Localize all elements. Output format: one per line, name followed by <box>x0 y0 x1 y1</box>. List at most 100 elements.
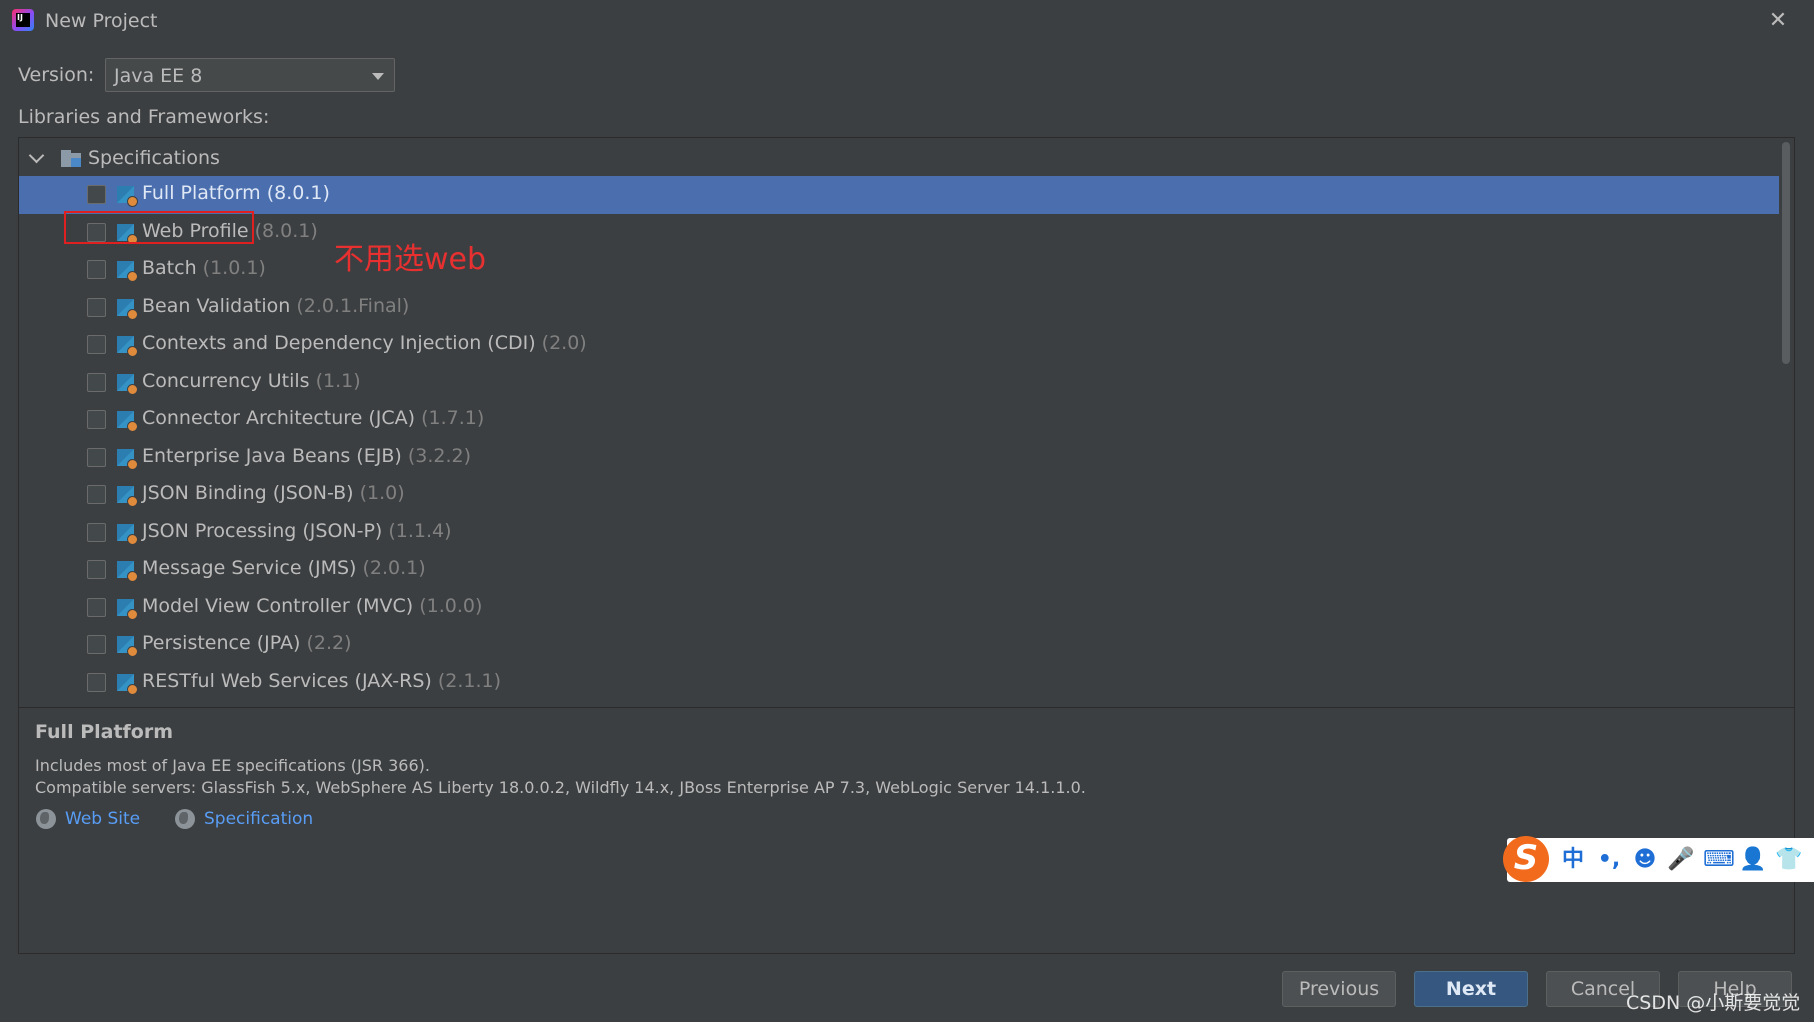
framework-name: Persistence (JPA) <box>142 632 301 654</box>
close-icon[interactable]: ✕ <box>1765 8 1791 34</box>
framework-row[interactable]: Concurrency Utils (1.1) <box>19 364 1779 402</box>
ime-toolbar[interactable]: S 中 •, ☻ 🎤 ⌨ 👤 👕 <box>1503 836 1814 882</box>
version-dropdown[interactable]: Java EE 8 <box>105 58 395 92</box>
scrollbar-thumb[interactable] <box>1782 142 1790 364</box>
framework-name: Bean Validation <box>142 294 291 317</box>
specification-link[interactable]: Specification <box>204 809 313 829</box>
ime-microphone-icon[interactable]: 🎤 <box>1667 846 1695 874</box>
ime-punctuation-icon[interactable]: •, <box>1595 846 1623 874</box>
next-button[interactable]: Next <box>1414 971 1528 1007</box>
csdn-watermark: CSDN @小斯要觉觉 <box>1626 992 1801 1014</box>
globe-icon <box>175 809 195 829</box>
framework-name: Model View Controller (MVC) <box>142 594 414 617</box>
chevron-expand-icon[interactable] <box>28 147 45 164</box>
tree-root-specifications[interactable]: Specifications <box>19 138 1779 176</box>
framework-version: (1.0.0) <box>419 594 483 617</box>
framework-label: Enterprise Java Beans (EJB) (3.2.2) <box>142 445 471 467</box>
framework-checkbox[interactable] <box>87 672 106 692</box>
vertical-scrollbar[interactable] <box>1779 138 1793 707</box>
framework-label: Concurrency Utils (1.1) <box>142 370 361 392</box>
tree-rows: Full Platform (8.0.1) Web Profile (8.0.1)… <box>19 176 1779 701</box>
framework-label: Message Service (JMS) (2.0.1) <box>142 557 426 579</box>
framework-version: (1.0.1) <box>202 257 266 279</box>
framework-checkbox[interactable] <box>87 635 106 654</box>
framework-version: (1.7.1) <box>421 407 485 429</box>
framework-label: Connector Architecture (JCA) (1.7.1) <box>142 407 484 429</box>
framework-label: Contexts and Dependency Injection (CDI) … <box>142 332 587 354</box>
framework-checkbox[interactable] <box>87 522 106 542</box>
ime-language-toggle[interactable]: 中 <box>1559 846 1587 874</box>
framework-row[interactable]: Model View Controller (MVC) (1.0.0) <box>19 589 1779 627</box>
framework-name: Contexts and Dependency Injection (CDI) <box>142 332 536 354</box>
framework-checkbox[interactable] <box>87 335 106 354</box>
framework-version: (2.2) <box>306 632 352 654</box>
framework-icon <box>117 298 138 320</box>
ime-skin-icon[interactable]: 👕 <box>1775 846 1803 874</box>
framework-row[interactable]: JSON Processing (JSON-P) (1.1.4) <box>19 514 1779 552</box>
framework-version: (2.1.1) <box>437 669 502 692</box>
version-value: Java EE 8 <box>114 65 203 87</box>
title-bar: IJ New Project ✕ <box>0 0 1814 44</box>
previous-button[interactable]: Previous <box>1282 971 1396 1007</box>
description-panel: Full Platform Includes most of Java EE s… <box>18 707 1795 954</box>
framework-label: JSON Processing (JSON-P) (1.1.4) <box>142 520 452 542</box>
ime-user-icon[interactable]: 👤 <box>1739 846 1767 874</box>
framework-label: JSON Binding (JSON-B) (1.0) <box>142 482 405 504</box>
framework-label: Full Platform (8.0.1) <box>142 182 330 204</box>
framework-icon <box>117 336 138 357</box>
globe-icon <box>36 809 56 829</box>
framework-version: (2.0) <box>541 332 587 354</box>
description-line-2: Compatible servers: GlassFish 5.x, WebSp… <box>35 778 1086 797</box>
framework-checkbox[interactable] <box>87 560 106 579</box>
framework-icon <box>117 261 138 282</box>
description-title: Full Platform <box>35 721 174 743</box>
framework-row[interactable]: Batch (1.0.1) <box>19 251 1779 289</box>
framework-row[interactable]: Connector Architecture (JCA) (1.7.1) <box>19 401 1779 439</box>
framework-icon <box>117 186 138 207</box>
tree-root-label: Specifications <box>88 147 220 169</box>
framework-version: (8.0.1) <box>254 219 318 242</box>
frameworks-tree[interactable]: Specifications Full Platform (8.0.1) Web … <box>18 137 1795 708</box>
framework-label: Bean Validation (2.0.1.Final) <box>142 295 409 317</box>
framework-row[interactable]: Web Profile (8.0.1) <box>19 214 1779 252</box>
framework-icon <box>117 373 138 395</box>
intellij-app-icon: IJ <box>12 9 34 31</box>
framework-row[interactable]: Message Service (JMS) (2.0.1) <box>19 551 1779 589</box>
framework-version: (1.1) <box>315 369 361 392</box>
framework-icon <box>117 411 138 432</box>
framework-checkbox[interactable] <box>87 297 106 317</box>
website-link[interactable]: Web Site <box>65 809 140 829</box>
framework-checkbox[interactable] <box>87 447 106 467</box>
chevron-down-icon <box>372 73 384 80</box>
framework-checkbox[interactable] <box>87 185 106 204</box>
framework-checkbox[interactable] <box>87 372 106 392</box>
framework-checkbox[interactable] <box>87 410 106 429</box>
framework-row[interactable]: RESTful Web Services (JAX-RS) (2.1.1) <box>19 664 1779 702</box>
sogou-logo-icon[interactable]: S <box>1503 836 1549 882</box>
framework-version: (3.2.2) <box>407 444 471 467</box>
framework-version: (1.0) <box>359 482 405 504</box>
framework-label: Model View Controller (MVC) (1.0.0) <box>142 595 482 617</box>
framework-row[interactable]: JSON Binding (JSON-B) (1.0) <box>19 476 1779 514</box>
framework-row[interactable]: Enterprise Java Beans (EJB) (3.2.2) <box>19 439 1779 477</box>
framework-icon <box>117 673 138 695</box>
framework-row[interactable]: Full Platform (8.0.1) <box>19 176 1779 214</box>
framework-name: JSON Binding (JSON-B) <box>142 482 354 504</box>
framework-version: (1.1.4) <box>388 519 452 542</box>
framework-name: Concurrency Utils <box>142 369 310 392</box>
framework-icon <box>117 523 138 545</box>
framework-row[interactable]: Persistence (JPA) (2.2) <box>19 626 1779 664</box>
ime-emoji-icon[interactable]: ☻ <box>1631 846 1659 874</box>
framework-name: JSON Processing (JSON-P) <box>142 519 383 542</box>
ime-keyboard-icon[interactable]: ⌨ <box>1703 846 1735 874</box>
framework-name: Connector Architecture (JCA) <box>142 407 416 429</box>
libraries-label: Libraries and Frameworks: <box>18 106 270 128</box>
framework-checkbox[interactable] <box>87 485 106 504</box>
framework-row[interactable]: Bean Validation (2.0.1.Final) <box>19 289 1779 327</box>
framework-checkbox[interactable] <box>87 597 106 617</box>
annotation-text: 不用选web <box>334 242 487 277</box>
framework-row[interactable]: Contexts and Dependency Injection (CDI) … <box>19 326 1779 364</box>
version-label: Version: <box>18 64 95 86</box>
framework-icon <box>117 598 138 620</box>
framework-checkbox[interactable] <box>87 260 106 279</box>
